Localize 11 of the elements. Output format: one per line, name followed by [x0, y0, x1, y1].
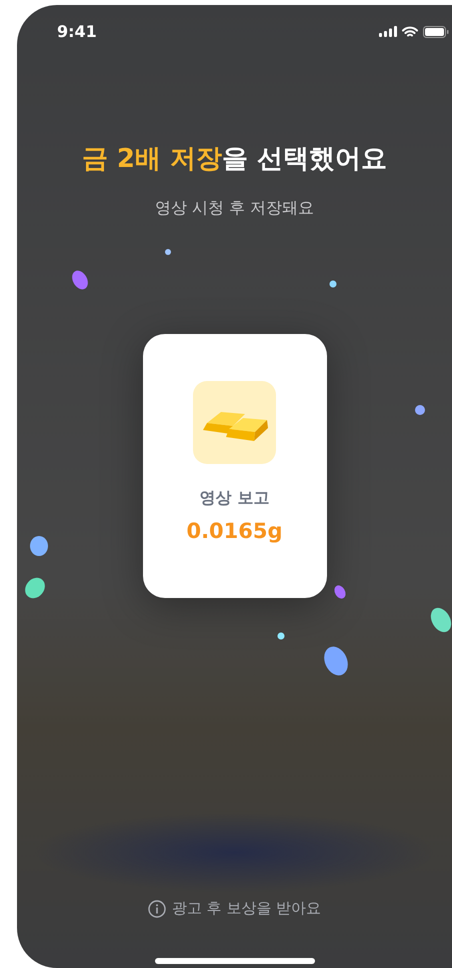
ingot-icon — [193, 381, 276, 464]
reward-label: 영상 보고 — [200, 488, 270, 509]
signal-icon — [379, 26, 397, 37]
info-icon — [148, 900, 166, 918]
reward-amount: 0.0165g — [186, 519, 283, 543]
wifi-icon — [402, 26, 418, 38]
status-time: 9:41 — [57, 22, 97, 41]
footer-note: 광고 후 보상을 받아요 — [172, 899, 322, 918]
screen-subtitle: 영상 시청 후 저장돼요 — [154, 198, 314, 219]
battery-icon — [423, 26, 449, 38]
screen-title: 금 2배 저장을 선택했어요 — [82, 143, 388, 176]
